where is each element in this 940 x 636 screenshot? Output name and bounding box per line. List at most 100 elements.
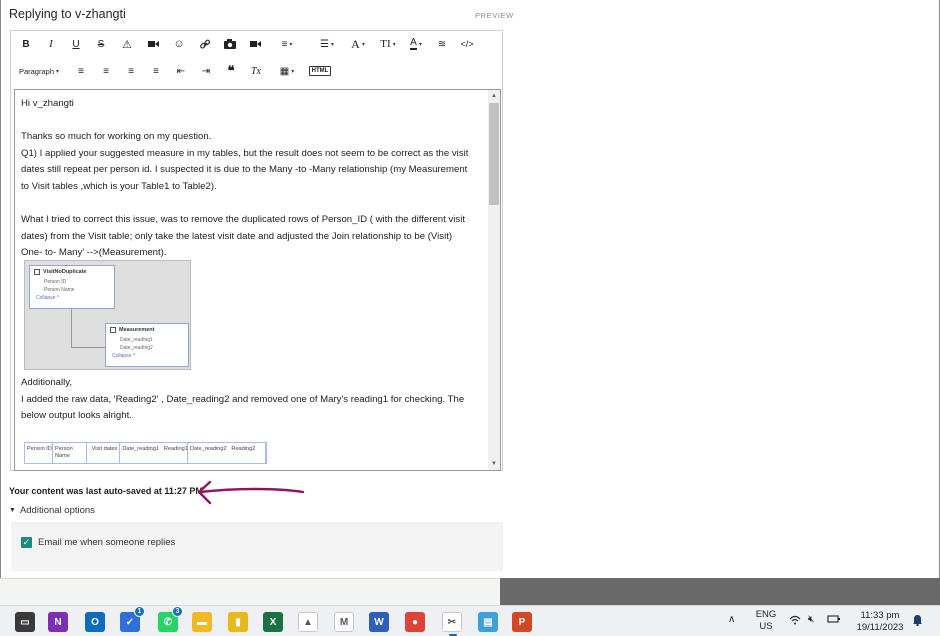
- gmail-icon[interactable]: M: [334, 612, 354, 632]
- additional-options-toggle[interactable]: ▼ Additional options: [9, 505, 95, 516]
- notification-bell-icon[interactable]: [912, 614, 923, 630]
- table-header-cell: Reading2: [229, 443, 267, 463]
- smiley-icon: ☺: [173, 38, 185, 50]
- onenote-icon[interactable]: N: [48, 612, 68, 632]
- html-button[interactable]: HTML: [309, 66, 331, 76]
- text-size-button[interactable]: TI ▾: [376, 35, 400, 53]
- align-right-icon: ≡: [128, 65, 134, 77]
- scroll-down-arrow-icon[interactable]: ▼: [488, 458, 500, 470]
- link-icon: [199, 39, 210, 49]
- font-size-button[interactable]: A ▾: [346, 35, 370, 53]
- snipping-tool-icon[interactable]: ✂: [442, 612, 462, 636]
- message-body-continued: Additionally, I added the raw data, 'Rea…: [21, 375, 491, 425]
- outdent-icon: ⇤: [176, 65, 186, 77]
- align-left-icon: ≡: [78, 65, 84, 77]
- field-label: Person ID: [44, 279, 67, 285]
- quote-icon: ❝: [227, 63, 235, 78]
- font-icon: A: [351, 36, 360, 51]
- underline-button[interactable]: U: [69, 35, 83, 53]
- italic-button[interactable]: I: [44, 35, 58, 53]
- align-left-button[interactable]: ≡: [73, 62, 89, 80]
- link-button[interactable]: [197, 35, 213, 53]
- body-line: Q1) I applied your suggested measure in …: [21, 147, 469, 159]
- body-line: dates still repeat per person id. I susp…: [21, 164, 468, 176]
- annotation-arrow-icon: [197, 480, 305, 505]
- chevron-down-icon: ▾: [361, 41, 365, 48]
- numbered-list-button[interactable]: ≡ ▾: [275, 35, 299, 53]
- chrome-icon[interactable]: ●: [405, 612, 425, 632]
- table-header-cell: Person ID: [25, 443, 53, 463]
- background-window-dark: [500, 578, 940, 605]
- code-view-button[interactable]: </>: [459, 35, 475, 53]
- email-notify-checkbox[interactable]: ✓: [21, 537, 32, 548]
- notepad-icon[interactable]: ▤: [478, 612, 498, 632]
- clear-style-icon: ≋: [437, 38, 447, 50]
- todo-icon[interactable]: ✓ 1: [120, 606, 145, 632]
- table-icon: [110, 327, 116, 333]
- align-right-button[interactable]: ≡: [123, 62, 139, 80]
- chevron-down-icon: ▾: [289, 41, 293, 48]
- preview-button[interactable]: PREVIEW: [475, 11, 514, 20]
- video-camera-icon: [147, 41, 159, 47]
- message-body: Hi v_zhangti Thanks so much for working …: [21, 96, 491, 262]
- table-header-cell: Date_reading2: [189, 446, 227, 452]
- video-icon-button[interactable]: [145, 35, 161, 53]
- table-button[interactable]: ▦ ▾: [275, 62, 299, 80]
- language-indicator[interactable]: ENG US: [752, 609, 780, 633]
- battery-icon[interactable]: [827, 614, 841, 628]
- whatsapp-icon[interactable]: ✆ 3: [158, 606, 183, 632]
- autosave-status: Your content was last auto-saved at 11:2…: [9, 486, 203, 496]
- scroll-thumb[interactable]: [489, 103, 499, 205]
- emoji-button[interactable]: ☺: [171, 35, 187, 53]
- photo-button[interactable]: [222, 35, 238, 53]
- chevron-down-icon: ▾: [418, 41, 422, 48]
- clear-style-button[interactable]: ≋: [434, 35, 450, 53]
- terminal-icon[interactable]: ▭: [15, 612, 35, 632]
- rich-text-editor: B I U S ⚠ ☺ ≡ ▾ ☰ ▾ A ▾ TI ▾ A ▾ ≋ </> P…: [10, 30, 503, 471]
- insert-video-button[interactable]: [247, 35, 263, 53]
- email-notify-label[interactable]: Email me when someone replies: [38, 537, 175, 548]
- background-window: [0, 578, 500, 605]
- word-icon[interactable]: W: [369, 612, 389, 632]
- strikethrough-button[interactable]: S: [94, 35, 108, 53]
- editor-content-area[interactable]: Hi v_zhangti Thanks so much for working …: [14, 89, 501, 471]
- clock[interactable]: 11:33 pm 19/11/2023: [852, 610, 908, 634]
- excel-icon[interactable]: X: [263, 612, 283, 632]
- relationship-line: [71, 309, 72, 347]
- bulleted-list-button[interactable]: ☰ ▾: [315, 35, 339, 53]
- relationship-diagram-image: VisitNoDuplicate Person ID Person Name C…: [24, 260, 191, 370]
- show-hidden-icons-chevron-icon[interactable]: ∧: [728, 614, 735, 626]
- editor-scrollbar[interactable]: ▲ ▼: [488, 90, 500, 470]
- paragraph-label: Paragraph: [18, 66, 54, 76]
- table-icon: ▦: [279, 65, 290, 77]
- indent-icon: ⇥: [201, 65, 211, 77]
- scroll-up-arrow-icon[interactable]: ▲: [488, 90, 500, 102]
- align-center-button[interactable]: ≡: [98, 62, 114, 80]
- visit-table-card: VisitNoDuplicate Person ID Person Name C…: [29, 265, 115, 309]
- powerpoint-icon[interactable]: P: [512, 612, 532, 632]
- spoiler-warning-button[interactable]: ⚠: [119, 35, 135, 53]
- quote-button[interactable]: ❝: [223, 62, 239, 80]
- wifi-icon[interactable]: [789, 615, 801, 629]
- body-line: Additionally,: [21, 377, 73, 388]
- additional-options-label: Additional options: [19, 505, 95, 516]
- file-explorer-icon[interactable]: ▬: [192, 612, 212, 632]
- justify-icon: ≡: [153, 65, 159, 77]
- chevron-down-icon: ▾: [291, 68, 295, 75]
- notification-badge: 1: [134, 606, 145, 617]
- reply-title: Replying to v-zhangti: [9, 7, 126, 21]
- font-color-button[interactable]: A ▾: [404, 35, 428, 53]
- clear-format-button[interactable]: Tx: [248, 62, 264, 80]
- bold-button[interactable]: B: [19, 35, 33, 53]
- speaker-muted-icon[interactable]: 🔇︎: [808, 614, 814, 626]
- checkmark-icon: ✓: [22, 537, 31, 547]
- greeting-line: Hi v_zhangti: [21, 98, 74, 109]
- powerbi-icon[interactable]: ▮: [228, 612, 248, 632]
- outdent-button[interactable]: ⇤: [173, 62, 189, 80]
- justify-button[interactable]: ≡: [148, 62, 164, 80]
- output-table-image: Person ID Person Name Visit dates Date_r…: [24, 442, 267, 464]
- google-drive-icon[interactable]: ▲: [298, 612, 318, 632]
- indent-button[interactable]: ⇥: [198, 62, 214, 80]
- paragraph-format-dropdown[interactable]: Paragraph ▾: [18, 62, 60, 80]
- outlook-icon[interactable]: O: [85, 612, 105, 632]
